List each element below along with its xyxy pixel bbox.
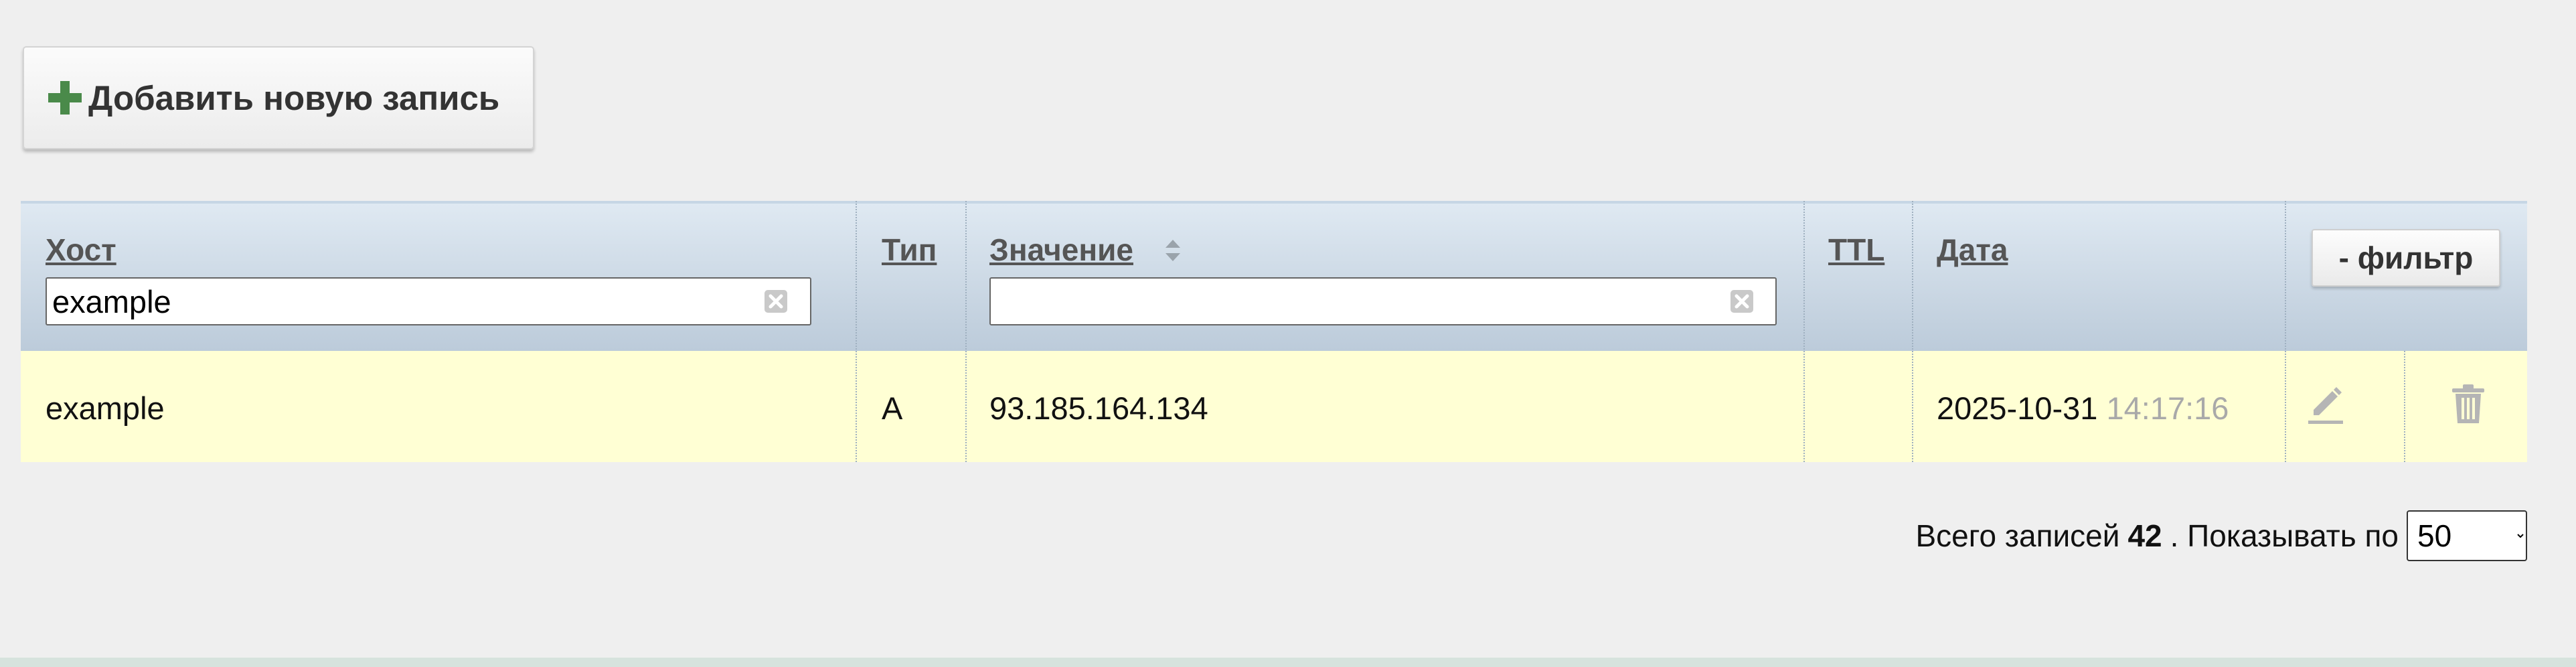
column-divider bbox=[2285, 201, 2286, 462]
column-divider bbox=[1803, 201, 1805, 462]
trash-icon[interactable] bbox=[2448, 382, 2488, 426]
column-divider bbox=[856, 201, 857, 462]
host-filter-input[interactable] bbox=[46, 277, 811, 325]
column-date-sort[interactable]: Дата bbox=[1937, 232, 2008, 268]
column-divider bbox=[1912, 201, 1913, 462]
value-filter-input[interactable] bbox=[989, 277, 1777, 325]
sort-arrows-icon[interactable] bbox=[1163, 237, 1182, 264]
pencil-icon[interactable] bbox=[2306, 384, 2346, 429]
column-type-sort[interactable]: Тип bbox=[882, 232, 937, 268]
table-row: example A 93.185.164.134 2025-10-31 14:1… bbox=[21, 351, 2527, 462]
row-date-time: 14:17:16 bbox=[2106, 390, 2229, 426]
row-host: example bbox=[46, 390, 165, 426]
per-page-label: . Показывать по bbox=[2170, 518, 2399, 553]
records-table: Хост Тип Значение TTL Дата - фильтр exam… bbox=[21, 201, 2527, 462]
add-record-button[interactable]: Добавить новую запись bbox=[23, 46, 534, 149]
row-value: 93.185.164.134 bbox=[989, 390, 1208, 426]
column-host-sort[interactable]: Хост bbox=[46, 232, 116, 268]
row-date-day: 2025-10-31 bbox=[1937, 390, 2098, 426]
clear-value-filter-icon[interactable] bbox=[1730, 289, 1754, 313]
row-type: A bbox=[882, 390, 903, 426]
plus-icon bbox=[48, 81, 82, 115]
add-record-label: Добавить новую запись bbox=[88, 78, 500, 117]
total-records-label: Всего записей bbox=[1915, 518, 2120, 553]
row-date: 2025-10-31 14:17:16 bbox=[1937, 390, 2229, 427]
total-records-count: 42 bbox=[2127, 518, 2162, 553]
per-page-select[interactable]: 50 bbox=[2407, 510, 2527, 561]
column-divider bbox=[965, 201, 967, 462]
pagination-footer: Всего записей 42 . Показывать по 50 bbox=[1915, 510, 2527, 561]
clear-host-filter-icon[interactable] bbox=[764, 289, 788, 313]
column-value-sort[interactable]: Значение bbox=[989, 232, 1133, 268]
bottom-divider bbox=[0, 658, 2576, 667]
table-header: Хост Тип Значение TTL Дата - фильтр bbox=[21, 201, 2527, 351]
column-divider bbox=[2404, 351, 2405, 462]
column-ttl-sort[interactable]: TTL bbox=[1828, 232, 1884, 268]
filter-toggle-button[interactable]: - фильтр bbox=[2312, 229, 2500, 287]
